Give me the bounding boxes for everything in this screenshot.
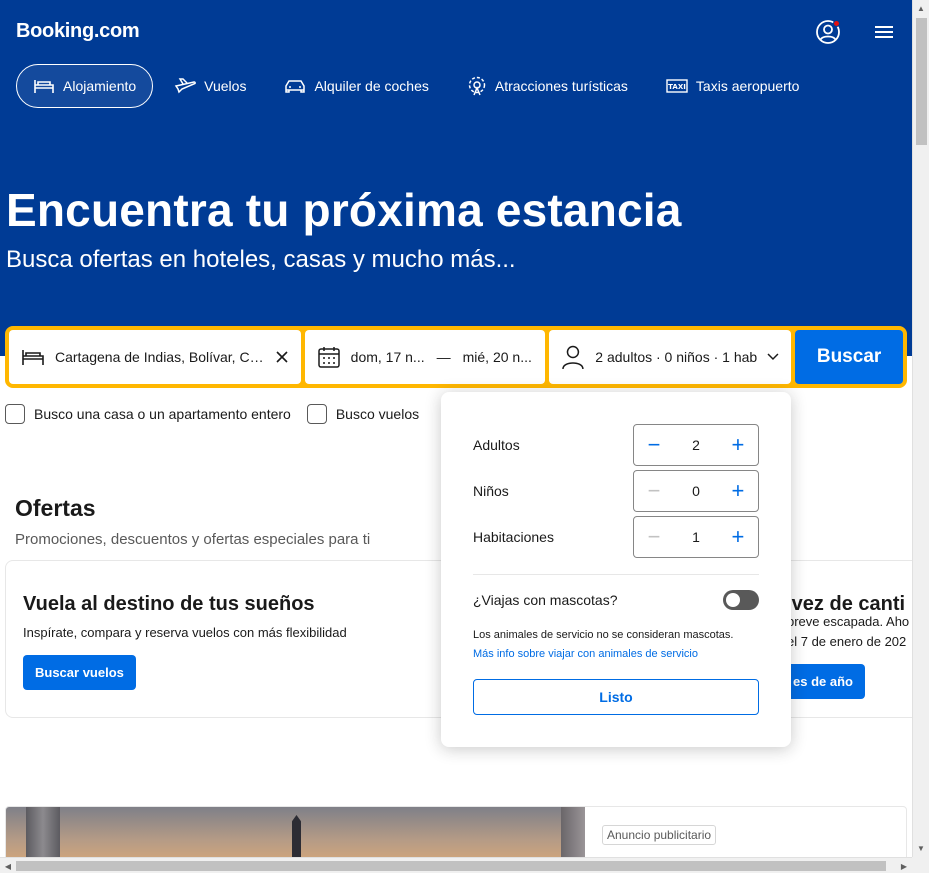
adults-increase-button[interactable]: +	[724, 431, 752, 459]
children-value: 0	[692, 483, 700, 499]
person-icon	[562, 345, 585, 370]
adults-label: Adultos	[473, 437, 520, 453]
nav-car-rental[interactable]: Alquiler de coches	[267, 64, 445, 108]
rooms-label: Habitaciones	[473, 529, 554, 545]
notification-dot	[833, 20, 840, 27]
nav-label: Atracciones turísticas	[494, 78, 628, 94]
search-flights-button[interactable]: Buscar vuelos	[23, 655, 136, 690]
attractions-icon	[468, 76, 486, 96]
nav-airport-taxis[interactable]: TAXI Taxis aeropuerto	[649, 64, 817, 108]
search-options: Busco una casa o un apartamento entero B…	[5, 404, 419, 424]
horizontal-scrollbar[interactable]: ◀ ▶	[0, 857, 912, 873]
car-icon	[285, 80, 306, 93]
booking-page: Booking.com Alojamiento Vuelos Alquiler …	[0, 0, 912, 857]
checkbox-label: Busco una casa o un apartamento entero	[34, 406, 291, 422]
offer-card-title: a vez de canti	[775, 593, 906, 615]
destination-value: Cartagena de Indias, Bolívar, Colombia	[55, 349, 265, 365]
nav-attractions[interactable]: Atracciones turísticas	[450, 64, 645, 108]
calendar-icon	[317, 347, 340, 368]
bed-icon	[22, 350, 44, 365]
adults-decrease-button[interactable]: −	[640, 431, 668, 459]
guests-value: 2 adultos · 0 niños · 1 hab	[595, 349, 758, 365]
offers-subtitle: Promociones, descuentos y ofertas especi…	[15, 531, 371, 548]
scrollbar-corner	[912, 857, 929, 873]
rooms-row: Habitaciones − 1 +	[473, 516, 759, 558]
flights-checkbox[interactable]: Busco vuelos	[306, 404, 420, 424]
guests-field[interactable]: 2 adultos · 0 niños · 1 hab	[549, 330, 792, 384]
checkin-value: dom, 17 n...	[350, 349, 425, 365]
guests-popover: Adultos − 2 + Niños − 0 + Habitaciones −…	[441, 392, 791, 747]
offer-card-text: breve escapada. Aho	[787, 614, 910, 629]
bed-icon	[34, 80, 54, 93]
whole-place-checkbox[interactable]: Busco una casa o un apartamento entero	[5, 404, 291, 424]
ad-image	[6, 807, 585, 857]
hero-subtitle: Busca ofertas en hoteles, casas y mucho …	[6, 246, 516, 273]
search-button[interactable]: Buscar	[795, 330, 903, 384]
nav-flights[interactable]: Vuelos	[157, 64, 263, 108]
adults-value: 2	[692, 437, 700, 453]
rooms-decrease-button[interactable]: −	[640, 523, 668, 551]
offer-card-title: Vuela al destino de tus sueños	[23, 593, 315, 615]
product-nav: Alojamiento Vuelos Alquiler de coches At…	[16, 64, 816, 108]
children-label: Niños	[473, 483, 509, 499]
horizontal-scroll-thumb[interactable]	[16, 861, 886, 871]
children-stepper: − 0 +	[633, 470, 759, 512]
dates-field[interactable]: dom, 17 n... — mié, 20 n...	[304, 330, 546, 384]
nav-stays[interactable]: Alojamiento	[16, 64, 154, 108]
search-bar: Cartagena de Indias, Bolívar, Colombia d…	[5, 326, 907, 388]
ad-column	[561, 807, 585, 857]
rooms-value: 1	[692, 529, 700, 545]
checkout-value: mié, 20 n...	[462, 349, 532, 365]
svg-text:TAXI: TAXI	[668, 83, 686, 91]
offer-card-text-2: el 7 de enero de 202	[787, 634, 907, 649]
header: Booking.com Alojamiento Vuelos Alquiler …	[0, 0, 912, 356]
ad-column	[26, 807, 60, 857]
children-row: Niños − 0 +	[473, 470, 759, 512]
nav-label: Alojamiento	[63, 78, 137, 94]
offer-card-text: Inspírate, compara y reserva vuelos con …	[23, 625, 347, 640]
destination-field[interactable]: Cartagena de Indias, Bolívar, Colombia	[9, 330, 301, 384]
children-decrease-button[interactable]: −	[640, 477, 668, 505]
done-button[interactable]: Listo	[473, 679, 759, 715]
vertical-scrollbar[interactable]: ▲ ▼	[912, 0, 929, 857]
checkbox-label: Busco vuelos	[335, 406, 420, 422]
pets-row: ¿Viajas con mascotas?	[473, 590, 759, 610]
chevron-down-icon	[767, 353, 779, 361]
nav-label: Alquiler de coches	[314, 78, 429, 94]
account-button[interactable]	[812, 16, 844, 48]
checkbox-box[interactable]	[306, 404, 327, 424]
pets-label: ¿Viajas con mascotas?	[473, 592, 618, 608]
scroll-right-icon[interactable]: ▶	[896, 858, 912, 873]
menu-button[interactable]	[868, 16, 900, 48]
logo[interactable]: Booking.com	[16, 20, 140, 43]
service-animals-link[interactable]: Más info sobre viajar con animales de se…	[473, 648, 698, 660]
clear-icon[interactable]	[275, 350, 289, 364]
pets-toggle[interactable]	[723, 590, 759, 610]
rooms-stepper: − 1 +	[633, 516, 759, 558]
nav-label: Vuelos	[204, 78, 247, 94]
scroll-down-icon[interactable]: ▼	[913, 840, 929, 856]
scroll-left-icon[interactable]: ◀	[0, 858, 16, 873]
ad-obelisk	[292, 815, 301, 857]
divider	[473, 574, 759, 575]
rooms-increase-button[interactable]: +	[724, 523, 752, 551]
nav-label: Taxis aeropuerto	[695, 78, 800, 94]
adults-row: Adultos − 2 +	[473, 424, 759, 466]
taxi-icon: TAXI	[666, 79, 688, 93]
date-separator: —	[436, 349, 451, 365]
menu-icon	[875, 26, 893, 38]
plane-icon	[174, 78, 197, 94]
ad-label: Anuncio publicitario	[602, 825, 717, 845]
adults-stepper: − 2 +	[633, 424, 759, 466]
checkbox-box[interactable]	[5, 404, 25, 424]
pets-note: Los animales de servicio no se considera…	[473, 629, 734, 641]
scroll-up-icon[interactable]: ▲	[913, 0, 929, 16]
vertical-scroll-thumb[interactable]	[916, 18, 927, 145]
children-increase-button[interactable]: +	[724, 477, 752, 505]
advertisement[interactable]: Anuncio publicitario	[5, 806, 907, 857]
offers-title: Ofertas	[15, 495, 96, 521]
hero-title: Encuentra tu próxima estancia	[6, 184, 682, 236]
